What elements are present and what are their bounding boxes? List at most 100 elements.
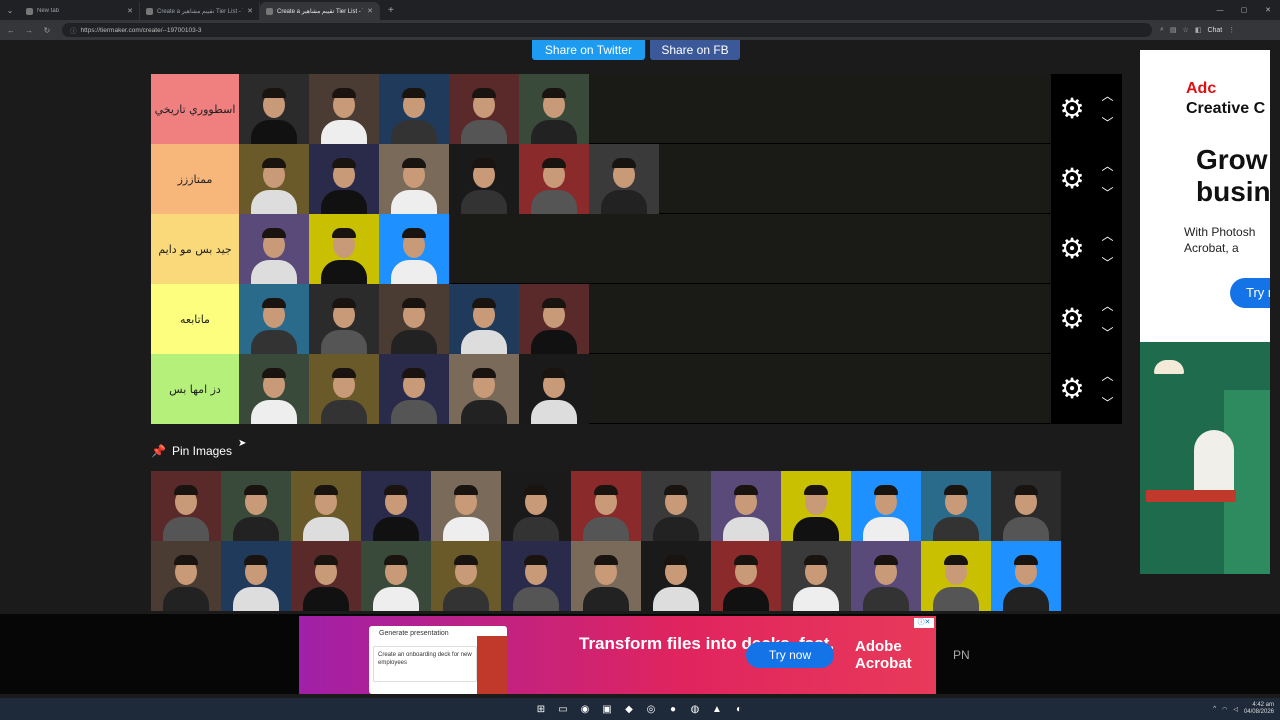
tier-image[interactable] — [519, 284, 589, 354]
tier-items[interactable] — [239, 144, 1051, 214]
tier-label[interactable]: اسطووري تاريخي — [151, 74, 239, 144]
tier-image[interactable] — [379, 354, 449, 424]
reload-icon[interactable]: ↻ — [40, 26, 54, 35]
wifi-icon[interactable]: ◠ — [1222, 706, 1227, 713]
tier-image[interactable] — [309, 284, 379, 354]
tier-image[interactable] — [449, 144, 519, 214]
pool-image[interactable] — [361, 471, 431, 541]
clock[interactable]: 4:42 am 04/08/2026 — [1244, 702, 1274, 716]
tier-items[interactable] — [239, 214, 1051, 284]
gear-icon[interactable]: ⚙ — [1059, 95, 1084, 123]
share-twitter-button[interactable]: Share on Twitter — [532, 40, 645, 60]
chat-button[interactable]: Chat — [1207, 27, 1222, 34]
maximize-icon[interactable]: ▢ — [1232, 6, 1256, 14]
pool-image[interactable] — [501, 541, 571, 611]
pool-image[interactable] — [291, 541, 361, 611]
pool-image[interactable] — [221, 541, 291, 611]
tier-image[interactable] — [309, 74, 379, 144]
tier-image[interactable] — [449, 74, 519, 144]
tier-items[interactable] — [239, 354, 1051, 424]
url-field[interactable]: ⓘ https://tiermaker.com/create/--1970010… — [62, 23, 1152, 37]
chevron-up-icon[interactable]: ︿ — [1102, 227, 1114, 244]
tier-image[interactable] — [379, 284, 449, 354]
tier-image[interactable] — [519, 144, 589, 214]
tier-label[interactable]: ماتابعه — [151, 284, 239, 354]
back-arrow-icon[interactable]: ← — [4, 26, 18, 35]
tier-image[interactable] — [239, 214, 309, 284]
pool-image[interactable] — [431, 471, 501, 541]
close-icon[interactable]: ✕ — [367, 7, 373, 15]
tier-items[interactable] — [239, 74, 1051, 144]
tier-items[interactable] — [239, 284, 1051, 354]
app-icon[interactable]: ◆ — [622, 702, 636, 716]
pool-image[interactable] — [291, 471, 361, 541]
tier-image[interactable] — [519, 74, 589, 144]
minimize-icon[interactable]: — — [1208, 7, 1232, 14]
gear-icon[interactable]: ⚙ — [1059, 165, 1084, 193]
tier-image[interactable] — [589, 144, 659, 214]
pool-image[interactable] — [711, 471, 781, 541]
pool-image[interactable] — [571, 541, 641, 611]
tab-menu-chevron-icon[interactable]: ⌄ — [0, 0, 20, 20]
pool-image[interactable] — [921, 471, 991, 541]
pool-image[interactable] — [711, 541, 781, 611]
tier-label[interactable]: دز امها بس — [151, 354, 239, 424]
pool-image[interactable] — [501, 471, 571, 541]
pool-image[interactable] — [991, 471, 1061, 541]
chevron-up-icon[interactable]: ︿ — [1102, 367, 1114, 384]
file-explorer-icon[interactable]: ▭ — [556, 702, 570, 716]
pool-image[interactable] — [641, 471, 711, 541]
star-icon[interactable]: ☆ — [1183, 26, 1189, 34]
tier-image[interactable] — [239, 354, 309, 424]
chevron-down-icon[interactable]: ﹀ — [1102, 114, 1114, 131]
close-icon[interactable]: ✕ — [247, 7, 253, 15]
chevron-down-icon[interactable]: ﹀ — [1102, 254, 1114, 271]
pool-image[interactable] — [151, 541, 221, 611]
tier-image[interactable] — [379, 74, 449, 144]
ad-cta-button[interactable]: Try n — [1230, 278, 1270, 308]
tier-image[interactable] — [239, 284, 309, 354]
chevron-down-icon[interactable]: ﹀ — [1102, 394, 1114, 411]
pool-image[interactable] — [221, 471, 291, 541]
tier-image[interactable] — [519, 354, 589, 424]
tier-label[interactable]: ممتاززز — [151, 144, 239, 214]
tier-image[interactable] — [379, 214, 449, 284]
forward-arrow-icon[interactable]: → — [22, 26, 36, 35]
start-icon[interactable]: ⊞ — [534, 702, 548, 716]
pool-image[interactable] — [571, 471, 641, 541]
zoom-icon[interactable]: ⌕ — [1160, 26, 1164, 34]
pool-image[interactable] — [781, 541, 851, 611]
menu-dots-icon[interactable]: ⋮ — [1228, 26, 1235, 34]
tier-image[interactable] — [239, 74, 309, 144]
tier-image[interactable] — [449, 354, 519, 424]
tier-image[interactable] — [309, 144, 379, 214]
new-tab-plus-icon[interactable]: + — [388, 5, 394, 16]
ad-info-close-icon[interactable]: ⓘ✕ — [914, 618, 934, 628]
pool-image[interactable] — [921, 541, 991, 611]
store-icon[interactable]: ▣ — [600, 702, 614, 716]
pool-image[interactable] — [641, 541, 711, 611]
chevron-up-icon[interactable]: ︿ — [1102, 157, 1114, 174]
gear-icon[interactable]: ⚙ — [1059, 305, 1084, 333]
tray-chevron-icon[interactable]: ^ — [1213, 706, 1216, 712]
extension-icon[interactable]: ◧ — [1195, 26, 1202, 34]
chevron-up-icon[interactable]: ︿ — [1102, 87, 1114, 104]
bottom-ad-banner[interactable]: Generate presentation Create an onboardi… — [299, 616, 936, 694]
gear-icon[interactable]: ⚙ — [1059, 375, 1084, 403]
close-icon[interactable]: ✕ — [127, 7, 133, 15]
tab-new-tab[interactable]: New tab ✕ — [20, 2, 140, 20]
tier-label[interactable]: جيد بس مو دايم — [151, 214, 239, 284]
pool-image[interactable] — [361, 541, 431, 611]
sidebar-ad[interactable]: Adc Creative C Grow busin With Photosh A… — [1140, 50, 1270, 574]
ad-try-now-button[interactable]: Try now — [746, 642, 834, 668]
tier-image[interactable] — [449, 284, 519, 354]
tab-tierlist-2[interactable]: Create a تقييم مشاهير Tier List - Ti ✕ — [260, 2, 380, 20]
tier-image[interactable] — [379, 144, 449, 214]
pin-images-toggle[interactable]: 📌 Pin Images — [151, 444, 232, 458]
chrome-icon[interactable]: ◍ — [688, 702, 702, 716]
window-close-icon[interactable]: ✕ — [1256, 6, 1280, 14]
pool-image[interactable] — [431, 541, 501, 611]
pool-image[interactable] — [991, 541, 1061, 611]
edge-icon[interactable]: ◉ — [578, 702, 592, 716]
reader-icon[interactable]: ▤ — [1170, 26, 1177, 34]
